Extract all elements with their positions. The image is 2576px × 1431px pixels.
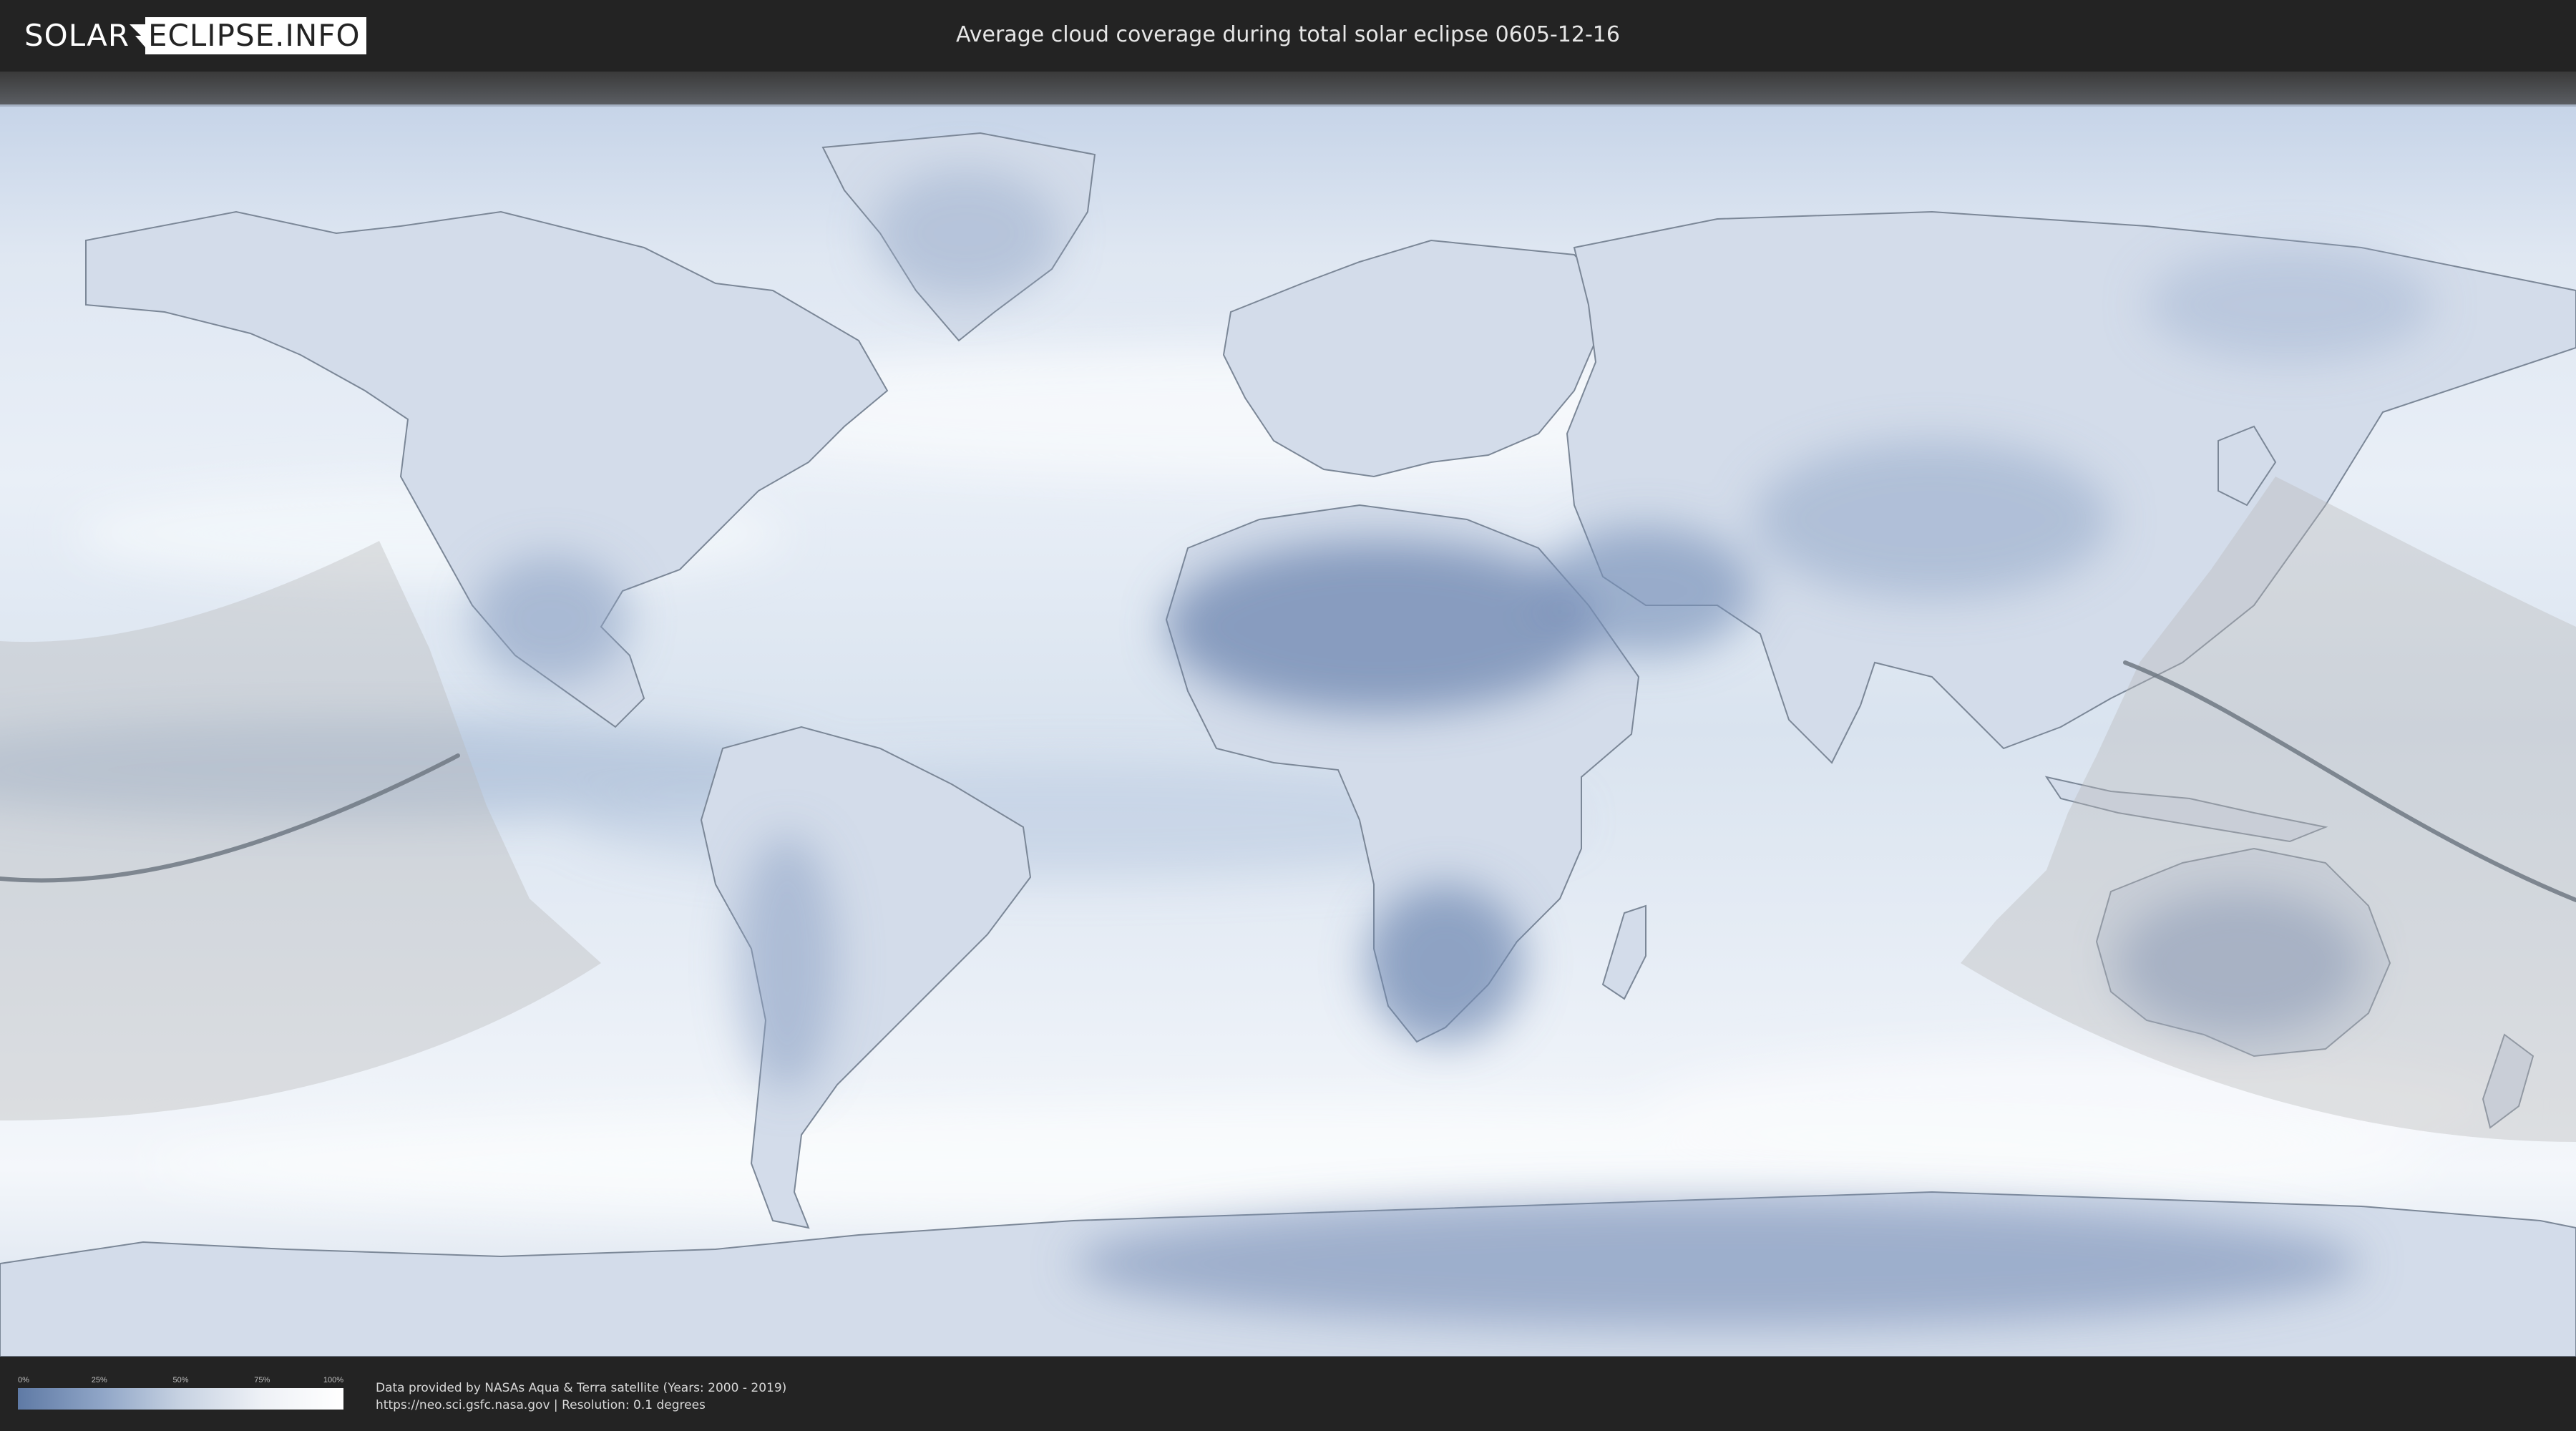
cloud-coverage-legend: 0% 25% 50% 75% 100%: [18, 1375, 343, 1411]
logo-text-solar: SOLAR: [24, 18, 130, 53]
page-title: Average cloud coverage during total sola…: [956, 22, 1620, 47]
source-link[interactable]: https://neo.sci.gsfc.nasa.gov: [376, 1398, 550, 1412]
legend-tick-100: 100%: [323, 1376, 343, 1384]
page: Average cloud coverage during total sola…: [0, 0, 2576, 1431]
header: Average cloud coverage during total sola…: [0, 0, 2576, 72]
source-separator: |: [550, 1398, 562, 1412]
eclipse-logo-icon: [130, 24, 145, 47]
legend-ticks: 0% 25% 50% 75% 100%: [18, 1375, 343, 1387]
resolution-text: Resolution: 0.1 degrees: [562, 1398, 706, 1412]
map-top-strip: [0, 72, 2576, 104]
legend-tick-0: 0%: [18, 1376, 29, 1384]
logo-text-eclipse-info: ECLIPSE.INFO: [145, 17, 366, 54]
site-logo[interactable]: SOLAR ECLIPSE.INFO: [24, 17, 366, 54]
cloud-coverage-map[interactable]: [0, 104, 2576, 1357]
legend-color-bar: [18, 1388, 343, 1410]
data-source: Data provided by NASAs Aqua & Terra sate…: [376, 1379, 786, 1414]
world-map-icon: [0, 104, 2576, 1357]
legend-tick-50: 50%: [172, 1376, 189, 1384]
source-line-2: https://neo.sci.gsfc.nasa.gov | Resoluti…: [376, 1397, 786, 1414]
legend-tick-75: 75%: [254, 1376, 270, 1384]
footer: 0% 25% 50% 75% 100% Data provided by NAS…: [0, 1357, 2576, 1431]
legend-tick-25: 25%: [91, 1376, 107, 1384]
source-line-1: Data provided by NASAs Aqua & Terra sate…: [376, 1381, 787, 1395]
